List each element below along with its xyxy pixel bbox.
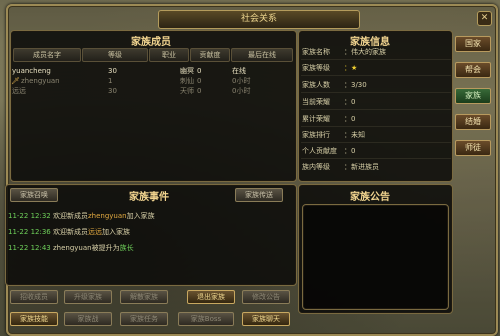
member-contrib: 0 [197, 77, 202, 85]
info-key: 个人贡献度 [302, 147, 337, 155]
notice-textarea[interactable] [302, 204, 449, 310]
event-time: 11-22 12:32 [8, 212, 51, 220]
tab-marriage[interactable]: 结婚 [455, 114, 491, 130]
info-value: ：未知 [344, 131, 365, 139]
family-quest-button[interactable]: 家族任务 [120, 312, 168, 326]
family-chat-button[interactable]: 家族聊天 [242, 312, 290, 326]
notice-title: 家族公告 [350, 192, 390, 203]
col-level[interactable]: 等级 [82, 48, 148, 62]
leave-family-button[interactable]: 退出家族 [187, 290, 235, 304]
info-key: 累计荣耀 [302, 115, 330, 123]
event-text: 欢迎新成员 [52, 228, 88, 236]
event-text: 加入家族 [101, 228, 130, 236]
window-title: 社会关系 [158, 10, 360, 29]
disband-family-button[interactable]: 解散家族 [120, 290, 168, 304]
tab-country[interactable]: 国家 [455, 36, 491, 52]
col-name[interactable]: 成员名字 [13, 48, 81, 62]
member-level: 30 [108, 67, 117, 75]
member-row[interactable]: yuancheng 30 幽冥 0 在线 [10, 66, 295, 76]
members-title: 家族成员 [131, 37, 171, 48]
event-entry: 11-22 12:36 欢迎新成员远远加入家族 [8, 226, 130, 238]
event-role: 族长 [119, 244, 134, 252]
divider [301, 109, 451, 110]
info-row: 累计荣耀 ：0 [302, 113, 447, 125]
member-name: zhengyuan [21, 77, 60, 85]
family-boss-button[interactable]: 家族Boss [178, 312, 234, 326]
col-contrib[interactable]: 贡献度 [190, 48, 230, 62]
event-name: zhengyuan [52, 244, 92, 252]
info-key: 家族人数 [302, 81, 330, 89]
family-skills-button[interactable]: 家族技能 [10, 312, 58, 326]
event-entry: 11-22 12:32 欢迎新成员zhengyuan加入家族 [8, 210, 155, 222]
divider [301, 92, 451, 93]
info-row: 家族人数 ：3/30 [302, 79, 447, 91]
info-row: 家族等级 ：★ [302, 62, 447, 74]
event-text: 加入家族 [126, 212, 155, 220]
info-row: 个人贡献度 ：0 [302, 145, 447, 157]
member-contrib: 0 [197, 67, 202, 75]
info-value: ：新进族员 [344, 163, 379, 171]
member-online: 0小时 [232, 87, 251, 95]
info-value: ：★ [344, 64, 358, 72]
divider [301, 158, 451, 159]
member-row[interactable]: 远远 30 天师 0 0小时 [10, 86, 295, 96]
divider [301, 142, 451, 143]
tab-mentor[interactable]: 师徒 [455, 140, 491, 156]
member-online: 在线 [232, 67, 246, 75]
event-name: zhengyuan [87, 212, 127, 220]
divider [301, 75, 451, 76]
info-row: 当前荣耀 ：0 [302, 96, 447, 108]
event-text: 欢迎新成员 [52, 212, 88, 220]
member-job: 天师 [180, 87, 194, 95]
info-row: 家族排行 ：未知 [302, 129, 447, 141]
family-war-button[interactable]: 家族战 [64, 312, 112, 326]
event-text: 被提升为 [91, 244, 120, 252]
member-contrib: 0 [197, 87, 202, 95]
info-row: 家族名称 ：伟大的家族 [302, 46, 447, 58]
event-time: 11-22 12:36 [8, 228, 51, 236]
member-name: yuancheng [12, 67, 51, 75]
family-summon-button[interactable]: 家族召唤 [10, 188, 58, 202]
info-row: 族内等级 ：新进族员 [302, 161, 447, 173]
info-value: ：3/30 [344, 81, 367, 89]
info-key: 家族名称 [302, 48, 330, 56]
divider [301, 126, 451, 127]
member-name: 远远 [12, 87, 26, 95]
upgrade-family-button[interactable]: 升级家族 [64, 290, 112, 304]
member-level: 1 [108, 77, 113, 85]
member-level: 30 [108, 87, 117, 95]
info-value: ：0 [344, 147, 356, 155]
events-title: 家族事件 [129, 192, 169, 203]
event-time: 11-22 12:43 [8, 244, 51, 252]
family-teleport-button[interactable]: 家族传送 [235, 188, 283, 202]
recruit-button[interactable]: 招收成员 [10, 290, 58, 304]
col-job[interactable]: 职业 [149, 48, 189, 62]
member-job: 幽冥 [180, 67, 194, 75]
divider [301, 59, 451, 60]
close-button[interactable]: ✕ [477, 11, 492, 26]
info-value: ：伟大的家族 [344, 48, 386, 56]
member-job: 刺仙 [180, 77, 194, 85]
event-name: 远远 [87, 228, 102, 236]
info-key: 家族等级 [302, 64, 330, 72]
info-value: ：0 [344, 98, 356, 106]
info-key: 家族排行 [302, 131, 330, 139]
member-online: 0小时 [232, 77, 251, 85]
info-key: 当前荣耀 [302, 98, 330, 106]
member-row[interactable]: 🗡 zhengyuan 1 刺仙 0 0小时 [10, 76, 295, 86]
info-value: ：0 [344, 115, 356, 123]
sword-icon: 🗡 [11, 77, 20, 85]
info-key: 族内等级 [302, 163, 330, 171]
tab-guild[interactable]: 帮会 [455, 62, 491, 78]
edit-notice-button[interactable]: 修改公告 [242, 290, 290, 304]
tab-family[interactable]: 家族 [455, 88, 491, 104]
event-entry: 11-22 12:43 zhengyuan被提升为族长 [8, 242, 134, 254]
col-online[interactable]: 最后在线 [231, 48, 293, 62]
